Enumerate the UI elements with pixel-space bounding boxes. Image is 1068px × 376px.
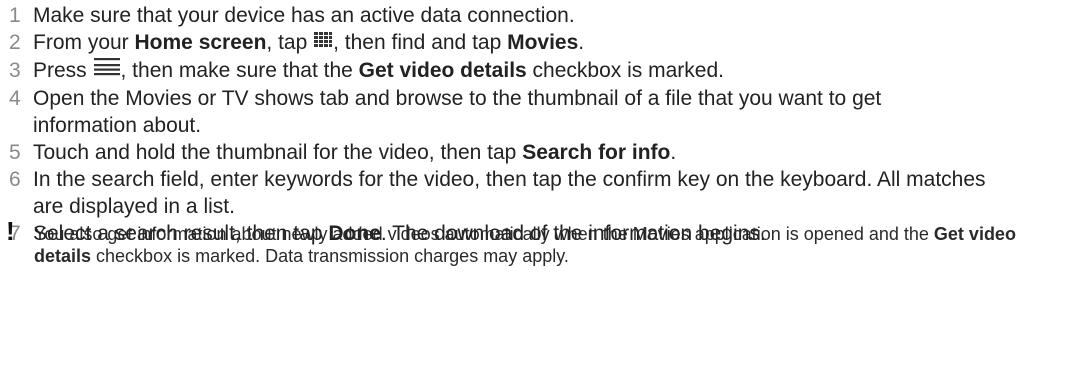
step-3: 3 Press , then make sure that the Get vi… [0,57,1060,85]
step-text: From your Home screen, tap , then find a… [33,29,1060,57]
step-text-part: Make sure that your device has an active… [33,4,575,27]
get-video-details-term: Get video details [358,58,527,82]
step-text: Touch and hold the thumbnail for the vid… [33,139,1060,166]
step-number: 1 [9,4,21,27]
step-text-part: From your [33,31,135,54]
step-text-part: Press [33,58,93,82]
step-4: 4 Open the Movies or TV shows tab and br… [0,85,1060,139]
step-text-part: , tap [266,31,314,54]
note-block: ! You also get information about newly a… [0,216,1060,267]
instruction-page: 1 Make sure that your device has an acti… [0,0,1068,376]
note-text-part: You also get information about newly add… [34,224,934,244]
step-2: 2 From your Home screen, tap , then find… [0,29,1060,57]
step-text: Open the Movies or TV shows tab and brow… [33,85,973,139]
step-text-part: Touch and hold the thumbnail for the vid… [33,140,523,164]
steps-list: 1 Make sure that your device has an acti… [0,2,1060,247]
step-text-part: , then make sure that the [120,58,359,82]
step-text-part: . [578,31,585,54]
exclamation-icon: ! [6,216,15,246]
step-text-part: , then find and tap [333,31,508,54]
step-number: 6 [9,167,21,191]
step-text: In the search field, enter keywords for … [33,166,993,220]
note-text-part: checkbox is marked. Data transmission ch… [91,246,569,266]
step-number: 3 [9,58,21,82]
step-6: 6 In the search field, enter keywords fo… [0,166,1060,220]
step-text-part: In the search field, enter keywords for … [33,167,986,218]
step-text-part: Open the Movies or TV shows tab and brow… [33,86,882,137]
menu-icon [93,56,121,83]
movies-term: Movies [507,31,579,54]
step-text-part: checkbox is marked. [526,58,724,82]
step-text-part: . [670,140,677,164]
apps-grid-icon [313,28,333,55]
step-number: 2 [9,31,21,54]
step-text: Make sure that your device has an active… [33,2,1060,29]
step-1: 1 Make sure that your device has an acti… [0,2,1060,29]
step-number: 4 [9,86,21,110]
step-number: 5 [9,140,21,164]
search-for-info-term: Search for info [522,140,671,164]
step-5: 5 Touch and hold the thumbnail for the v… [0,139,1060,166]
home-screen-term: Home screen [134,31,267,54]
step-text: Press , then make sure that the Get vide… [33,57,1060,85]
note-text: You also get information about newly add… [34,219,1060,267]
